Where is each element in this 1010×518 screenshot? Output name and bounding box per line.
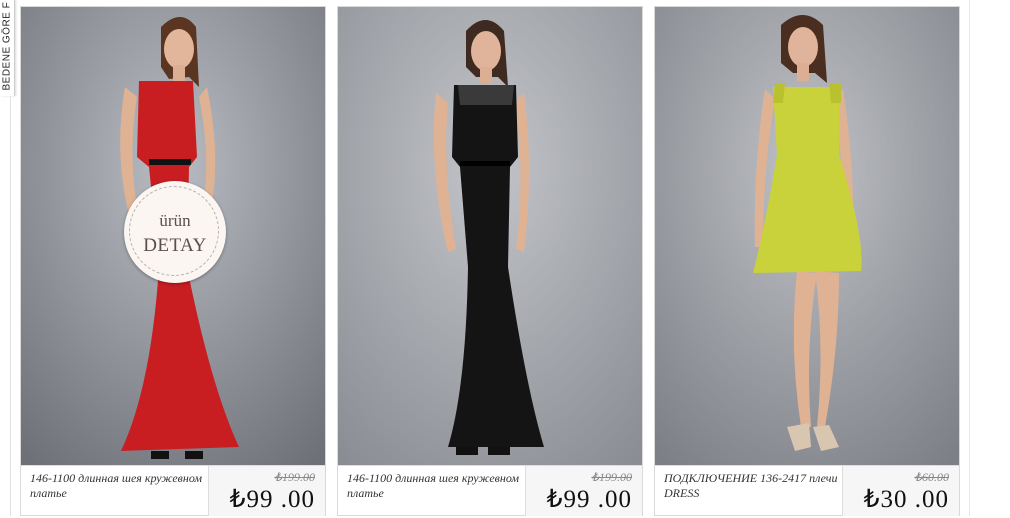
old-price: ₺199.00: [274, 470, 315, 484]
price-box: ₺60.00 ₺30 .00: [842, 466, 959, 516]
product-card-2[interactable]: 146-1100 длинная шея кружевном платье ₺1…: [337, 6, 643, 516]
left-divider: [10, 96, 11, 516]
new-price: ₺30 .00: [863, 486, 949, 513]
product-card-1[interactable]: ürün DETAY 146-1100 длинная шея кружевно…: [20, 6, 326, 516]
price-box: ₺199.00 ₺99 .00: [525, 466, 642, 516]
product-card-3[interactable]: ПОДКЛЮЧЕНИЕ 136-2417 плечи DRESS ₺60.00 …: [654, 6, 960, 516]
old-price: ₺199.00: [591, 470, 632, 484]
product-info-2: 146-1100 длинная шея кружевном платье ₺1…: [338, 465, 642, 518]
product-name[interactable]: 146-1100 длинная шея кружевном платье: [347, 471, 527, 501]
size-filter-tab-label: BEDENE GÖRE F: [1, 1, 13, 91]
size-filter-tab[interactable]: BEDENE GÖRE F: [0, 0, 15, 96]
product-image-2[interactable]: [338, 7, 642, 465]
new-price: ₺99 .00: [229, 486, 315, 513]
badge-dashed-ring: [129, 186, 219, 276]
new-price: ₺99 .00: [546, 486, 632, 513]
product-name[interactable]: 146-1100 длинная шея кружевном платье: [30, 471, 210, 501]
product-info-1: 146-1100 длинная шея кружевном платье ₺1…: [21, 465, 325, 518]
badge-line-2: DETAY: [143, 235, 207, 256]
product-detail-badge[interactable]: ürün DETAY: [124, 181, 226, 283]
product-image-3[interactable]: [655, 7, 959, 465]
product-name[interactable]: ПОДКЛЮЧЕНИЕ 136-2417 плечи DRESS: [664, 471, 844, 501]
badge-line-1: ürün: [159, 211, 191, 230]
right-divider: [969, 0, 970, 516]
product-info-3: ПОДКЛЮЧЕНИЕ 136-2417 плечи DRESS ₺60.00 …: [655, 465, 959, 518]
old-price: ₺60.00: [914, 470, 949, 484]
price-box: ₺199.00 ₺99 .00: [208, 466, 325, 516]
